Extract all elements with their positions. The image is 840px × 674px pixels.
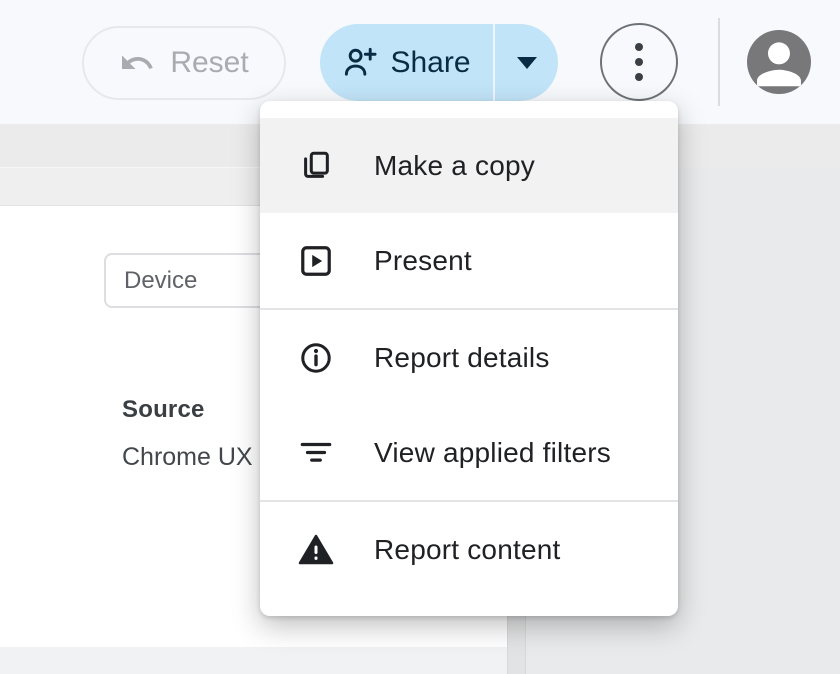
share-dropdown-button[interactable] [495, 24, 558, 101]
device-filter-dropdown[interactable]: Device [104, 253, 280, 308]
menu-item-report-details[interactable]: Report details [260, 310, 678, 405]
toolbar-divider [718, 18, 720, 106]
warning-icon [298, 532, 334, 568]
reset-button-label: Reset [170, 46, 248, 80]
more-vert-icon [635, 43, 643, 51]
more-options-menu: Make a copy Present Report details [260, 101, 678, 616]
menu-item-label: Report details [374, 342, 550, 374]
source-heading: Source [122, 396, 205, 424]
share-button-label: Share [390, 46, 470, 80]
info-icon [298, 340, 334, 376]
undo-icon [119, 45, 155, 81]
person-icon [748, 32, 810, 94]
share-button[interactable]: Share [320, 24, 493, 101]
menu-item-present[interactable]: Present [260, 213, 678, 308]
share-split-button: Share [320, 24, 558, 101]
more-options-button[interactable] [600, 23, 678, 101]
menu-item-view-applied-filters[interactable]: View applied filters [260, 405, 678, 500]
person-add-icon [342, 45, 377, 80]
menu-item-make-a-copy[interactable]: Make a copy [260, 118, 678, 213]
page-bottom-gutter [0, 647, 507, 674]
copy-icon [298, 148, 334, 184]
menu-item-report-content[interactable]: Report content [260, 502, 678, 597]
avatar[interactable] [747, 30, 811, 94]
menu-item-label: Report content [374, 534, 560, 566]
device-filter-label: Device [124, 267, 197, 295]
present-icon [298, 243, 334, 279]
source-value: Chrome UX R [122, 443, 278, 472]
menu-item-label: Present [374, 245, 472, 277]
looker-studio-report-view: Reset Share [0, 0, 840, 674]
menu-item-label: View applied filters [374, 437, 611, 469]
caret-down-icon [517, 57, 537, 69]
filter-icon [298, 435, 334, 471]
menu-item-label: Make a copy [374, 150, 535, 182]
reset-button[interactable]: Reset [82, 26, 286, 100]
page-right-gutter [507, 616, 526, 674]
